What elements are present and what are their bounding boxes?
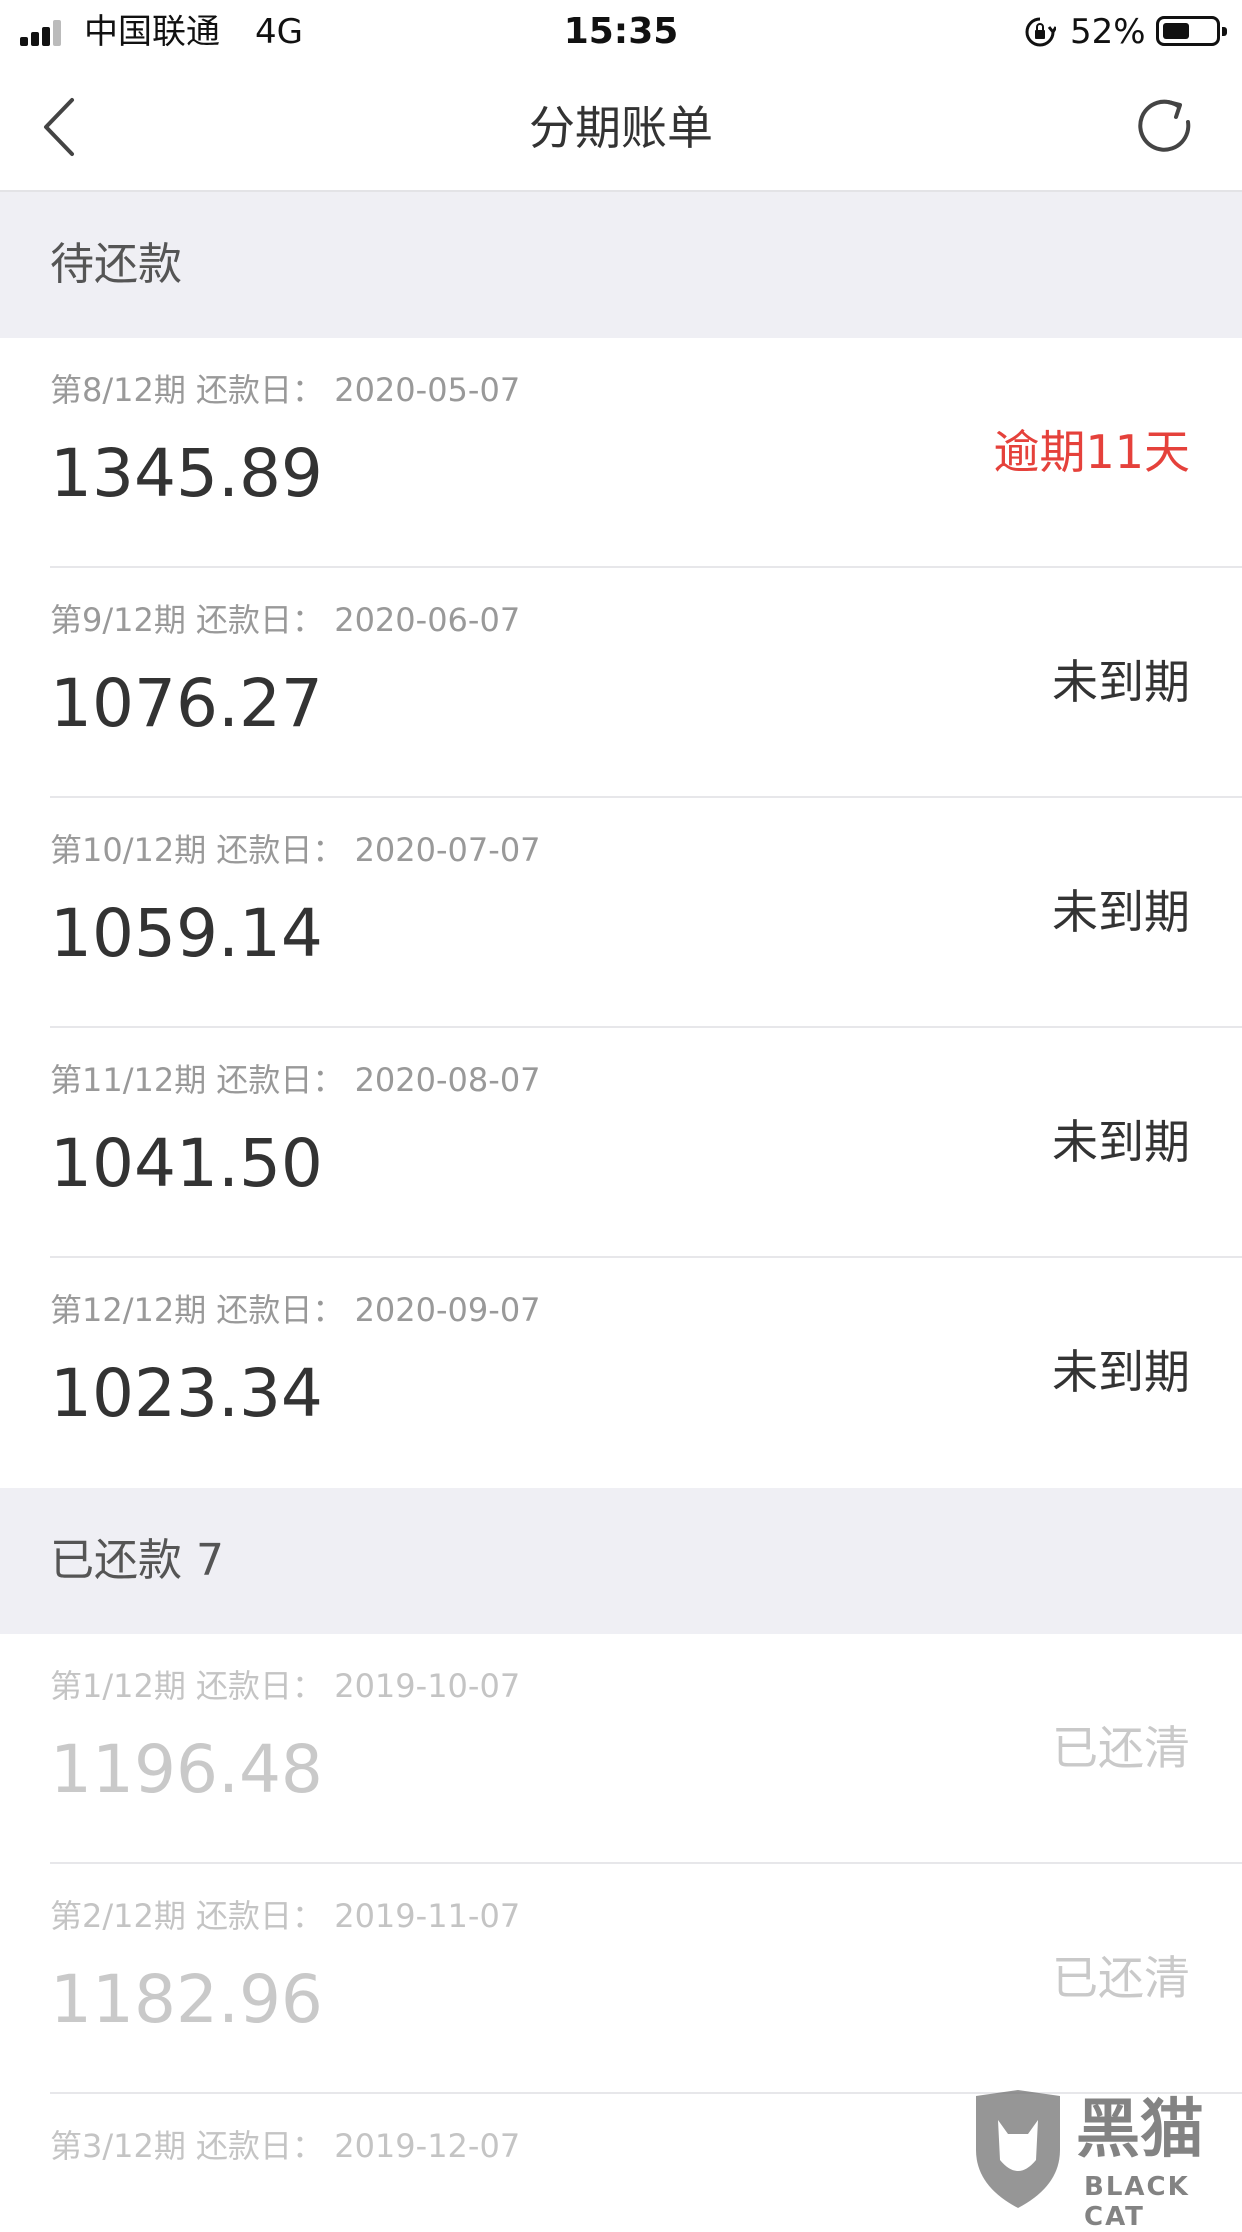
- installment-info: 第12/12期 还款日： 2020-09-07: [50, 1291, 541, 1329]
- section-title: 待还款: [50, 239, 182, 290]
- installment-info: 第1/12期 还款日： 2019-10-07: [50, 1667, 521, 1705]
- orientation-lock-icon: [1025, 17, 1056, 47]
- amount: 1041.50: [50, 1125, 323, 1202]
- bill-row[interactable]: 第12/12期 还款日： 2020-09-07 1023.34 未到期: [0, 1258, 1242, 1488]
- status-label: 已还清: [1052, 1951, 1190, 2005]
- bill-row[interactable]: 第2/12期 还款日： 2019-11-07 1182.96 已还清: [0, 1864, 1242, 2094]
- status-label: 未到期: [1052, 885, 1190, 939]
- paid-section-header: 已还款 7: [0, 1488, 1242, 1634]
- installment-info: 第2/12期 还款日： 2019-11-07: [50, 1897, 521, 1935]
- section-title: 已还款 7: [50, 1535, 224, 1586]
- status-label: 逾期11天: [993, 425, 1190, 479]
- battery-icon: [1156, 16, 1227, 46]
- amount: 1059.14: [50, 895, 323, 972]
- installment-info: 第3/12期 还款日： 2019-12-07: [50, 2127, 521, 2165]
- amount: 1196.48: [50, 1731, 323, 1808]
- status-bar: 中国联通 4G 15:35 52%: [0, 0, 1242, 62]
- installment-info: 第11/12期 还款日： 2020-08-07: [50, 1061, 541, 1099]
- status-label: 未到期: [1052, 1345, 1190, 1399]
- battery-percent: 52%: [1070, 12, 1146, 52]
- refresh-button[interactable]: [1130, 92, 1200, 162]
- status-label: 已还清: [1052, 1721, 1190, 1775]
- bill-row[interactable]: 第11/12期 还款日： 2020-08-07 1041.50 未到期: [0, 1028, 1242, 1258]
- watermark-text: 黑猫: [1076, 2093, 1204, 2167]
- watermark-logo: 黑猫 BLACK CAT: [968, 2090, 1242, 2232]
- page-title: 分期账单: [529, 101, 713, 155]
- status-label: 未到期: [1052, 1115, 1190, 1169]
- amount: 1076.27: [50, 665, 323, 742]
- refresh-icon: [1138, 99, 1191, 152]
- bill-row[interactable]: 第8/12期 还款日： 2020-05-07 1345.89 逾期11天: [0, 338, 1242, 568]
- watermark-subtext: BLACK CAT: [1084, 2172, 1190, 2232]
- amount: 1345.89: [50, 435, 323, 512]
- installment-info: 第8/12期 还款日： 2020-05-07: [50, 371, 521, 409]
- installment-info: 第10/12期 还款日： 2020-07-07: [50, 831, 541, 869]
- bill-row[interactable]: 第1/12期 还款日： 2019-10-07 1196.48 已还清: [0, 1634, 1242, 1864]
- navigation-bar: 分期账单: [0, 62, 1242, 192]
- bill-row[interactable]: 第9/12期 还款日： 2020-06-07 1076.27 未到期: [0, 568, 1242, 798]
- amount: 1023.34: [50, 1355, 323, 1432]
- pending-section-header: 待还款: [0, 192, 1242, 338]
- bill-row[interactable]: 第10/12期 还款日： 2020-07-07 1059.14 未到期: [0, 798, 1242, 1028]
- amount: 1182.96: [50, 1961, 323, 2038]
- status-label: 未到期: [1052, 655, 1190, 709]
- installment-info: 第9/12期 还款日： 2020-06-07: [50, 601, 521, 639]
- cat-shield-icon: [976, 2090, 1060, 2208]
